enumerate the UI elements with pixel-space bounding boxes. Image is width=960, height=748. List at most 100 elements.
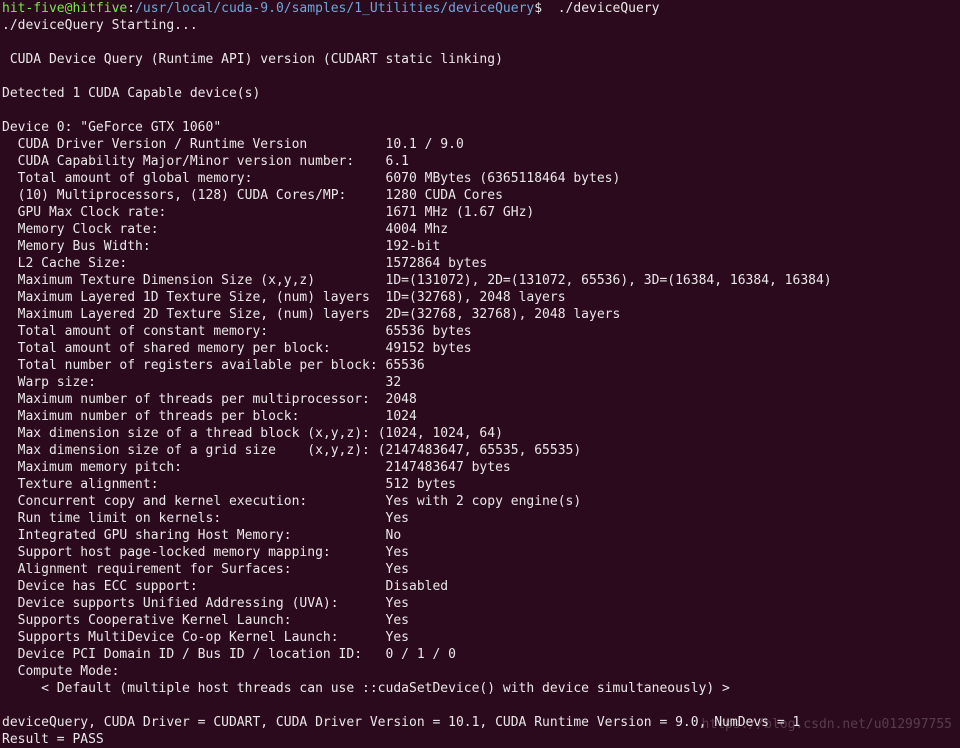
property-line: Total number of registers available per … <box>2 357 958 374</box>
property-value: Disabled <box>386 579 449 594</box>
property-label: L2 Cache Size: <box>2 256 386 271</box>
property-value: Yes <box>386 613 409 628</box>
property-label: Memory Clock rate: <box>2 222 386 237</box>
property-line: CUDA Capability Major/Minor version numb… <box>2 153 958 170</box>
prompt-line: hit-five@hitfive:/usr/local/cuda-9.0/sam… <box>2 0 958 17</box>
blank-line <box>2 34 958 51</box>
terminal-output[interactable]: hit-five@hitfive:/usr/local/cuda-9.0/sam… <box>2 0 958 748</box>
property-value: Yes <box>386 562 409 577</box>
property-label: Texture alignment: <box>2 477 386 492</box>
property-label: Maximum number of threads per block: <box>2 409 386 424</box>
property-label: CUDA Capability Major/Minor version numb… <box>2 154 386 169</box>
property-line: Integrated GPU sharing Host Memory: No <box>2 527 958 544</box>
property-value: 6070 MBytes (6365118464 bytes) <box>386 171 621 186</box>
property-line: CUDA Driver Version / Runtime Version 10… <box>2 136 958 153</box>
starting-line: ./deviceQuery Starting... <box>2 17 958 34</box>
property-value: 1024 <box>386 409 417 424</box>
property-label: (10) Multiprocessors, (128) CUDA Cores/M… <box>2 188 386 203</box>
result-line: Result = PASS <box>2 731 958 748</box>
prompt-path: /usr/local/cuda-9.0/samples/1_Utilities/… <box>135 1 534 16</box>
prompt-command: ./deviceQuery <box>542 1 659 16</box>
property-value: 32 <box>386 375 402 390</box>
property-value: 1572864 bytes <box>386 256 488 271</box>
property-line: Device supports Unified Addressing (UVA)… <box>2 595 958 612</box>
property-line: Support host page-locked memory mapping:… <box>2 544 958 561</box>
prompt-user: hit-five@hitfive <box>2 1 127 16</box>
property-value: 49152 bytes <box>386 341 472 356</box>
property-label: Integrated GPU sharing Host Memory: <box>2 528 386 543</box>
property-line: Max dimension size of a grid size (x,y,z… <box>2 442 958 459</box>
property-line: Maximum Layered 2D Texture Size, (num) l… <box>2 306 958 323</box>
property-value: 4004 Mhz <box>386 222 449 237</box>
property-value: Yes <box>386 630 409 645</box>
prompt-sep: : <box>127 1 135 16</box>
property-label: Total number of registers available per … <box>2 358 386 373</box>
property-label: Run time limit on kernels: <box>2 511 386 526</box>
property-label: Concurrent copy and kernel execution: <box>2 494 386 509</box>
property-value: 1D=(32768), 2048 layers <box>386 290 566 305</box>
property-value: 10.1 / 9.0 <box>386 137 464 152</box>
property-value: 2147483647 bytes <box>386 460 511 475</box>
property-line: Total amount of constant memory: 65536 b… <box>2 323 958 340</box>
property-value: Yes <box>386 596 409 611</box>
property-value: 0 / 1 / 0 <box>386 647 456 662</box>
property-line: Maximum Texture Dimension Size (x,y,z) 1… <box>2 272 958 289</box>
property-value: Yes <box>386 545 409 560</box>
property-label: Maximum memory pitch: <box>2 460 386 475</box>
property-value: 192-bit <box>386 239 441 254</box>
property-line: Supports Cooperative Kernel Launch: Yes <box>2 612 958 629</box>
device-name-line: Device 0: "GeForce GTX 1060" <box>2 119 958 136</box>
property-label: GPU Max Clock rate: <box>2 205 386 220</box>
property-value: 2D=(32768, 32768), 2048 layers <box>386 307 621 322</box>
property-label: Max dimension size of a grid size (x,y,z… <box>2 443 378 458</box>
property-line: GPU Max Clock rate: 1671 MHz (1.67 GHz) <box>2 204 958 221</box>
summary-line: deviceQuery, CUDA Driver = CUDART, CUDA … <box>2 714 958 731</box>
property-label: Supports MultiDevice Co-op Kernel Launch… <box>2 630 386 645</box>
property-value: No <box>386 528 402 543</box>
property-line: Maximum memory pitch: 2147483647 bytes <box>2 459 958 476</box>
property-label: Maximum Layered 2D Texture Size, (num) l… <box>2 307 386 322</box>
property-line: Warp size: 32 <box>2 374 958 391</box>
blank-line <box>2 102 958 119</box>
detected-line: Detected 1 CUDA Capable device(s) <box>2 85 958 102</box>
property-line: Supports MultiDevice Co-op Kernel Launch… <box>2 629 958 646</box>
property-value: (2147483647, 65535, 65535) <box>378 443 582 458</box>
property-line: L2 Cache Size: 1572864 bytes <box>2 255 958 272</box>
property-label: Max dimension size of a thread block (x,… <box>2 426 378 441</box>
compute-mode-label: Compute Mode: <box>2 663 958 680</box>
property-label: Total amount of constant memory: <box>2 324 386 339</box>
property-label: Warp size: <box>2 375 386 390</box>
property-label: Maximum Layered 1D Texture Size, (num) l… <box>2 290 386 305</box>
compute-mode-value: < Default (multiple host threads can use… <box>2 680 958 697</box>
property-label: Alignment requirement for Surfaces: <box>2 562 386 577</box>
property-line: Texture alignment: 512 bytes <box>2 476 958 493</box>
property-value: 1D=(131072), 2D=(131072, 65536), 3D=(163… <box>386 273 832 288</box>
property-value: 6.1 <box>386 154 409 169</box>
property-line: Maximum number of threads per block: 102… <box>2 408 958 425</box>
property-label: CUDA Driver Version / Runtime Version <box>2 137 386 152</box>
property-value: 1280 CUDA Cores <box>386 188 503 203</box>
property-value: 65536 <box>386 358 425 373</box>
property-value: (1024, 1024, 64) <box>378 426 503 441</box>
property-value: 65536 bytes <box>386 324 472 339</box>
property-value: Yes with 2 copy engine(s) <box>386 494 582 509</box>
property-value: Yes <box>386 511 409 526</box>
property-line: Alignment requirement for Surfaces: Yes <box>2 561 958 578</box>
property-label: Total amount of global memory: <box>2 171 386 186</box>
property-line: Device has ECC support: Disabled <box>2 578 958 595</box>
blank-line <box>2 68 958 85</box>
blank-line <box>2 697 958 714</box>
property-label: Maximum number of threads per multiproce… <box>2 392 386 407</box>
property-line: Total amount of shared memory per block:… <box>2 340 958 357</box>
property-line: (10) Multiprocessors, (128) CUDA Cores/M… <box>2 187 958 204</box>
property-line: Max dimension size of a thread block (x,… <box>2 425 958 442</box>
property-line: Device PCI Domain ID / Bus ID / location… <box>2 646 958 663</box>
property-label: Supports Cooperative Kernel Launch: <box>2 613 386 628</box>
property-label: Device supports Unified Addressing (UVA)… <box>2 596 386 611</box>
property-label: Maximum Texture Dimension Size (x,y,z) <box>2 273 386 288</box>
property-label: Memory Bus Width: <box>2 239 386 254</box>
property-label: Support host page-locked memory mapping: <box>2 545 386 560</box>
prompt-dollar: $ <box>534 1 542 16</box>
property-line: Run time limit on kernels: Yes <box>2 510 958 527</box>
property-label: Device has ECC support: <box>2 579 386 594</box>
